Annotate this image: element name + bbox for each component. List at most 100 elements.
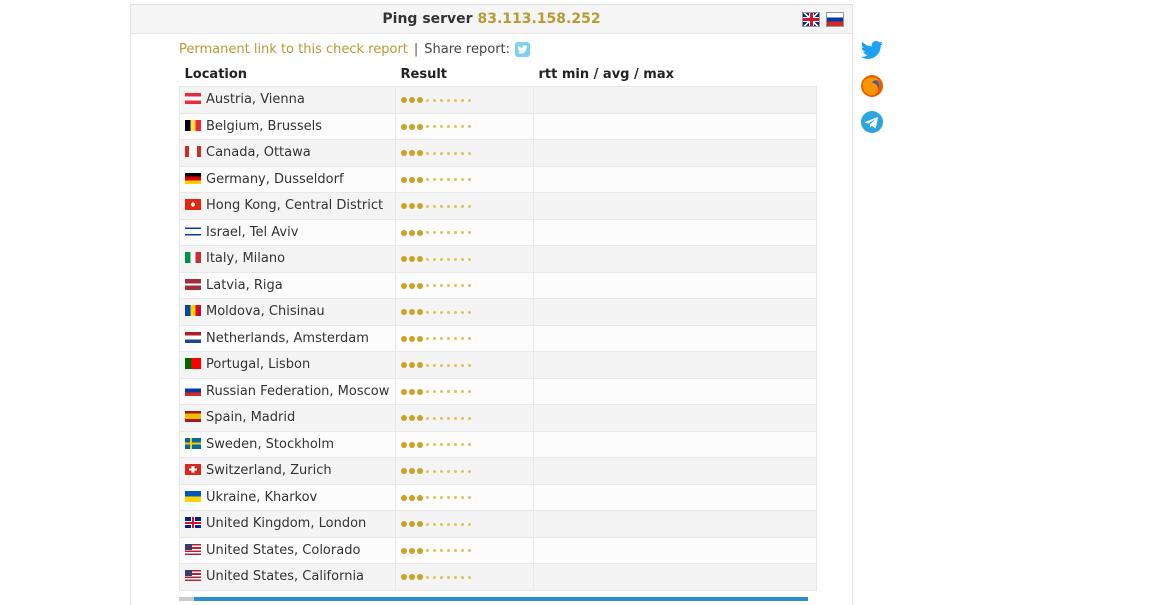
location-name: United States, Colorado xyxy=(206,542,361,558)
pending-dot xyxy=(433,98,436,102)
location-cell: Latvia, Riga xyxy=(179,271,396,299)
pending-dot xyxy=(433,443,436,447)
pending-dot xyxy=(426,204,429,208)
rtt-cell xyxy=(533,139,817,167)
pending-dot xyxy=(447,257,450,261)
pending-dot xyxy=(468,390,471,394)
pending-dot xyxy=(468,204,471,208)
pending-dot xyxy=(440,284,443,288)
table-row: Spain, Madrid xyxy=(179,404,817,432)
report-links: Permanent link to this check report | Sh… xyxy=(179,42,531,57)
pending-dot xyxy=(426,469,429,473)
pending-dot xyxy=(426,178,429,182)
pending-dot xyxy=(440,337,443,341)
english-flag-icon[interactable] xyxy=(802,12,820,27)
loading-dots xyxy=(401,415,472,422)
pending-dot xyxy=(440,125,443,129)
pending-dot xyxy=(461,575,464,579)
result-cell xyxy=(395,483,534,511)
table-row: Germany, Dusseldorf xyxy=(179,165,817,193)
progress-dot xyxy=(409,388,415,395)
pending-dot xyxy=(440,549,443,553)
location-name: United States, California xyxy=(206,569,365,585)
table-row: United States, California xyxy=(179,563,817,591)
pending-dot xyxy=(454,549,457,553)
pending-dot xyxy=(440,231,443,235)
pending-dot xyxy=(454,522,457,526)
pending-dot xyxy=(440,363,443,367)
table-row: Hong Kong, Central District xyxy=(179,192,817,220)
pending-dot xyxy=(461,443,464,447)
location-cell: Switzerland, Zurich xyxy=(179,457,396,485)
location-cell: Netherlands, Amsterdam xyxy=(179,324,396,352)
location-cell: Spain, Madrid xyxy=(179,404,396,432)
table-row: Latvia, Riga xyxy=(179,271,817,299)
location-name: Germany, Dusseldorf xyxy=(206,171,344,187)
pending-dot xyxy=(468,416,471,420)
pending-dot xyxy=(468,284,471,288)
share-twitter-icon[interactable] xyxy=(515,42,531,57)
pending-dot xyxy=(447,151,450,155)
table-row: Switzerland, Zurich xyxy=(179,457,817,485)
progress-dot xyxy=(409,335,415,342)
pending-dot xyxy=(454,98,457,102)
progress-dot xyxy=(417,256,423,263)
permanent-link[interactable]: Permanent link to this check report xyxy=(179,42,408,57)
pending-dot xyxy=(447,443,450,447)
progress-dot xyxy=(417,335,423,342)
progress-dot xyxy=(401,468,407,475)
result-cell xyxy=(395,563,534,591)
pending-dot xyxy=(461,98,464,102)
progress-dot xyxy=(401,388,407,395)
result-cell xyxy=(395,112,534,140)
result-cell xyxy=(395,404,534,432)
table-row: Netherlands, Amsterdam xyxy=(179,324,817,352)
usa-flag-icon xyxy=(185,543,201,555)
pending-dot xyxy=(433,416,436,420)
pending-dot xyxy=(447,178,450,182)
loading-dots xyxy=(401,468,472,475)
russian-flag-icon[interactable] xyxy=(826,12,844,27)
pending-dot xyxy=(440,575,443,579)
pending-dot xyxy=(454,178,457,182)
telegram-icon[interactable] xyxy=(860,110,884,134)
location-name: United Kingdom, London xyxy=(206,516,367,532)
result-cell xyxy=(395,218,534,246)
pending-dot xyxy=(468,496,471,500)
progress-dot xyxy=(409,574,415,581)
germany-flag-icon xyxy=(185,172,201,184)
progress-dot xyxy=(409,229,415,236)
table-row: Canada, Ottawa xyxy=(179,139,817,167)
rtt-cell xyxy=(533,86,817,114)
progress-dot xyxy=(409,309,415,316)
pending-dot xyxy=(454,257,457,261)
latvia-flag-icon xyxy=(185,278,201,290)
progress-dot xyxy=(417,203,423,210)
loading-dots xyxy=(401,547,472,554)
loading-dots xyxy=(401,229,472,236)
pending-dot xyxy=(426,257,429,261)
social-links xyxy=(860,38,884,134)
spain-flag-icon xyxy=(185,411,201,423)
firefox-icon[interactable] xyxy=(860,74,884,98)
ukraine-flag-icon xyxy=(185,490,201,502)
twitter-icon[interactable] xyxy=(860,38,884,62)
table-row: Belgium, Brussels xyxy=(179,112,817,140)
austria-flag-icon xyxy=(185,93,201,105)
pending-dot xyxy=(461,231,464,235)
table-row: Russian Federation, Moscow xyxy=(179,377,817,405)
progress-dot xyxy=(401,521,407,528)
pending-dot xyxy=(468,125,471,129)
progress-dot xyxy=(417,521,423,528)
result-cell xyxy=(395,245,534,273)
rtt-cell xyxy=(533,324,817,352)
loading-dots xyxy=(401,256,472,263)
progress-dot xyxy=(401,415,407,422)
results-table: Location Result rtt min / avg / max Aust… xyxy=(179,62,817,591)
location-name: Switzerland, Zurich xyxy=(206,463,332,479)
pending-dot xyxy=(461,284,464,288)
pending-dot xyxy=(468,443,471,447)
pending-dot xyxy=(433,257,436,261)
rtt-cell xyxy=(533,192,817,220)
table-row: Austria, Vienna xyxy=(179,86,817,114)
